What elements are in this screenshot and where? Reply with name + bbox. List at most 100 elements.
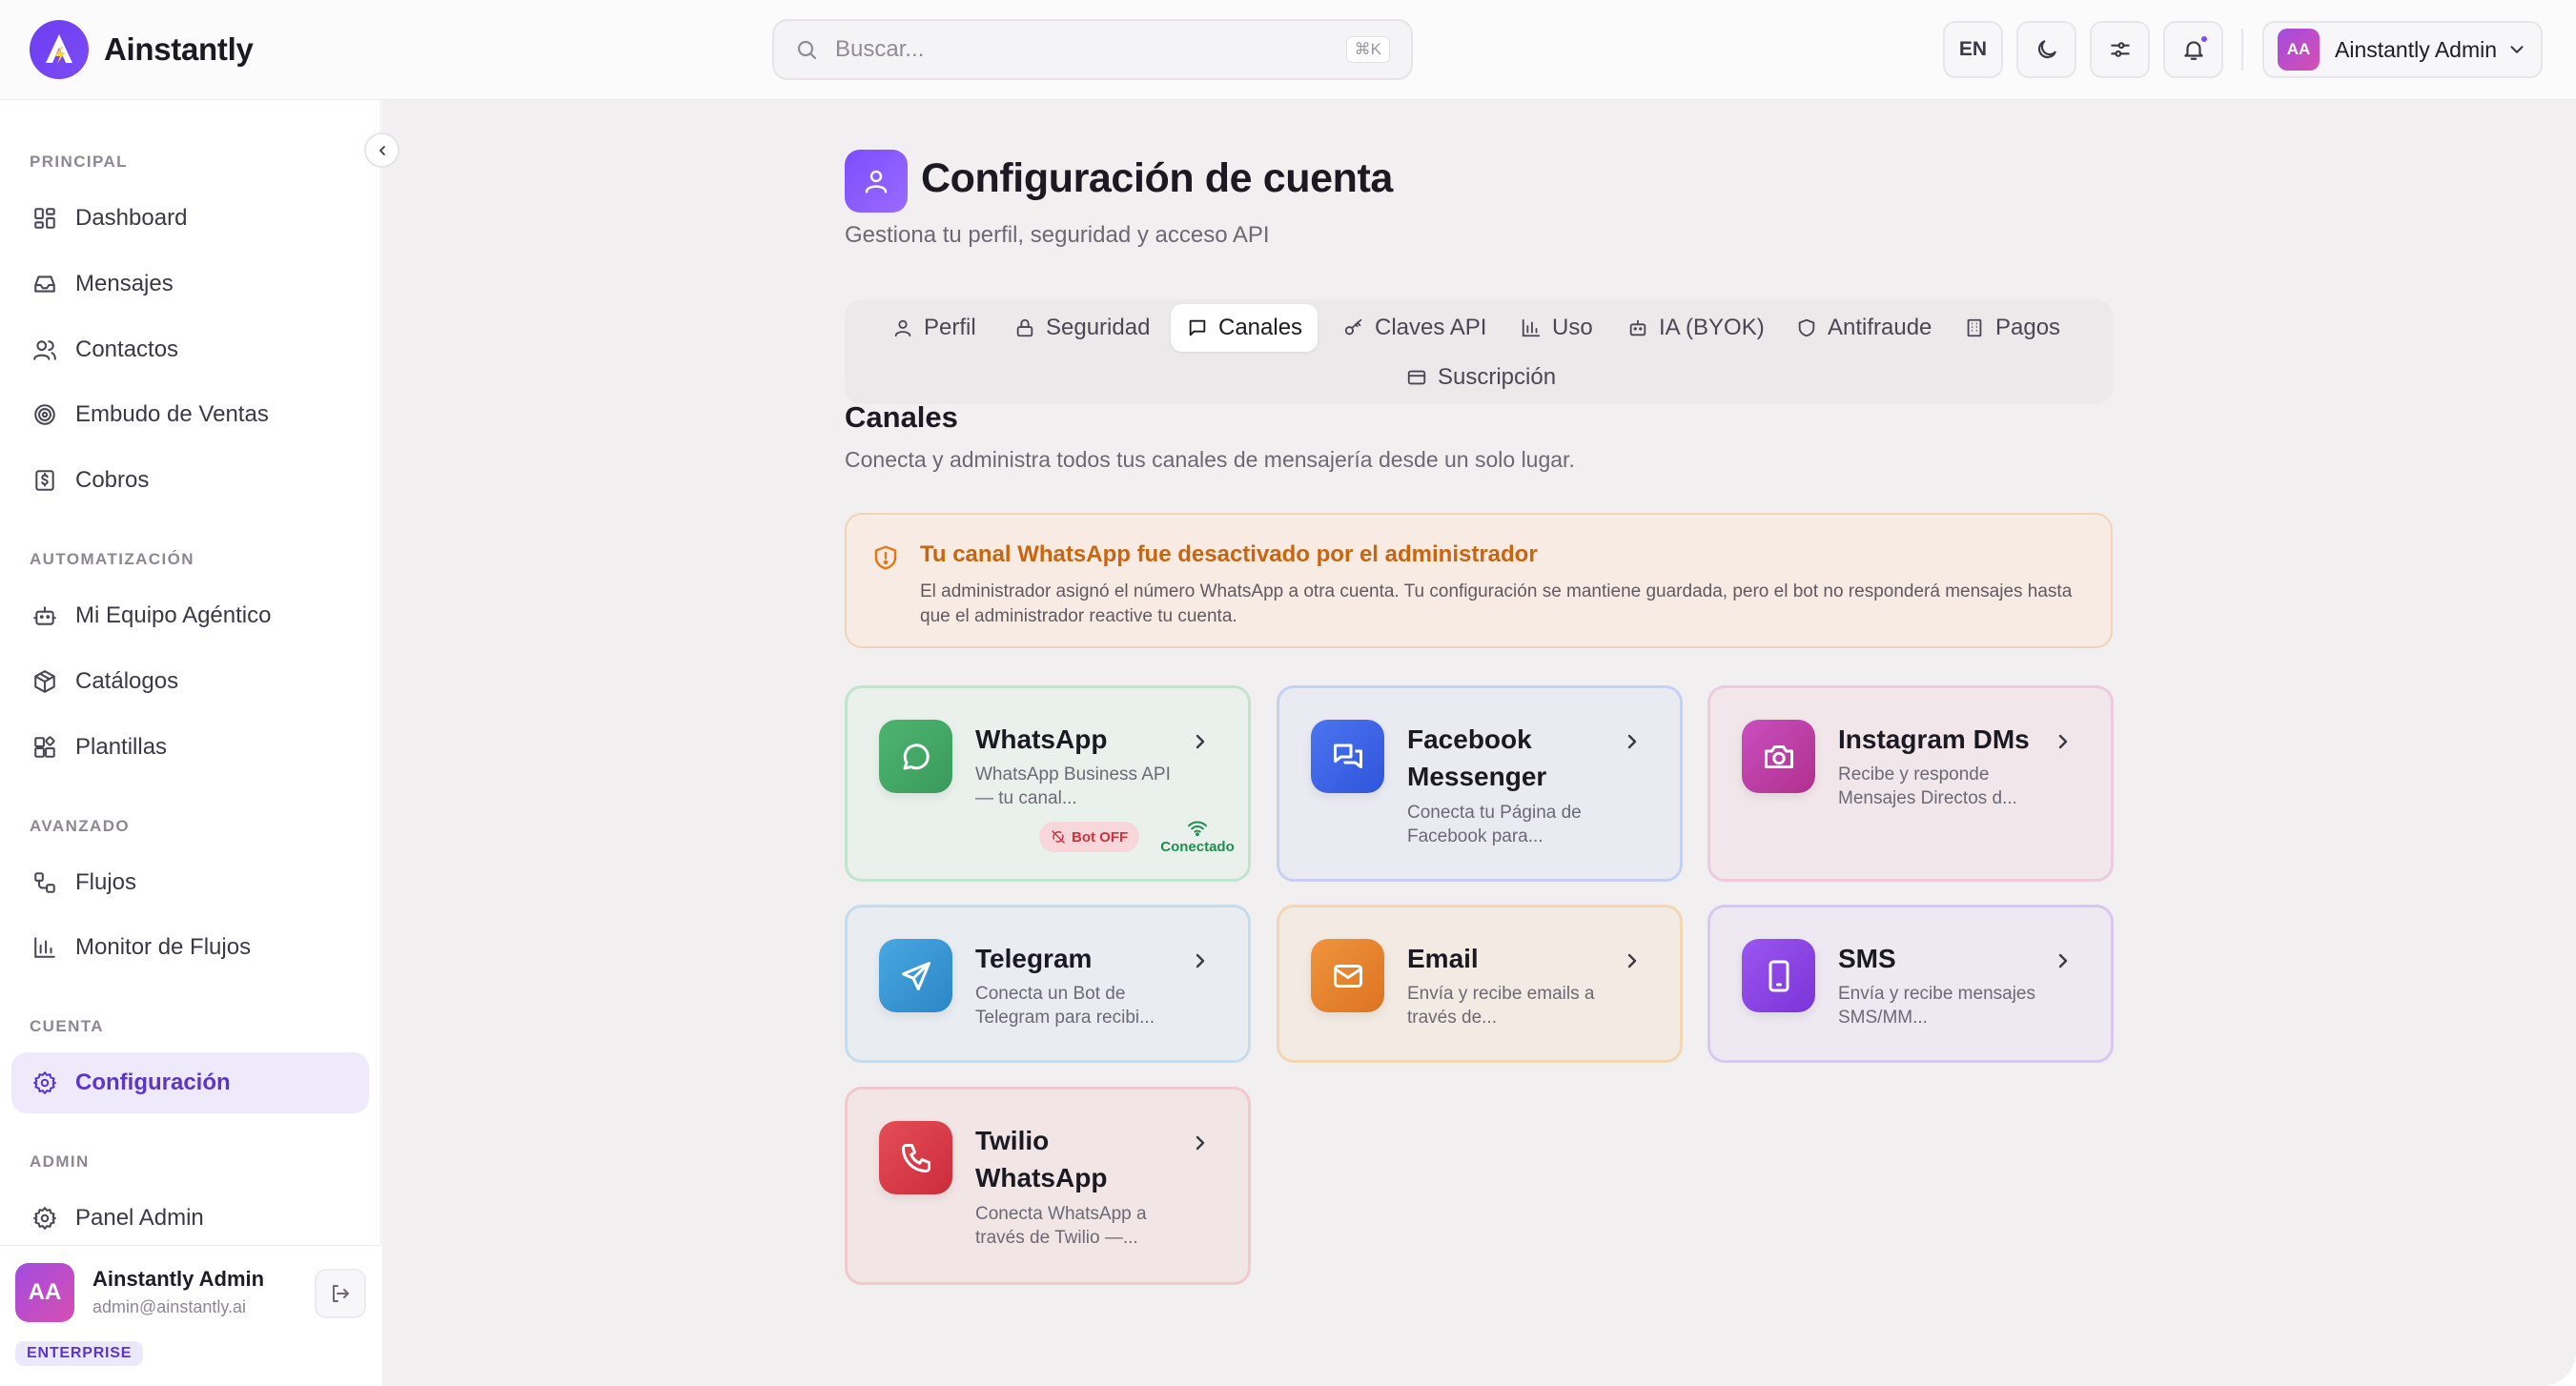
sidebar-item-contactos[interactable]: Contactos <box>11 319 369 380</box>
channel-name: Email <box>1407 944 1479 973</box>
tab-label: Pagos <box>1995 315 2061 340</box>
search-shortcut: ⌘K <box>1345 36 1390 63</box>
search-placeholder: Buscar... <box>835 36 925 62</box>
channel-description: Conecta WhatsApp a través de Twilio —... <box>975 1204 1147 1248</box>
page-subtitle: Gestiona tu perfil, seguridad y acceso A… <box>845 222 1270 248</box>
chevron-right-icon <box>2052 730 2075 753</box>
channel-card-sms[interactable]: SMS Envía y recibe mensajes SMS/MM... <box>1707 905 2114 1063</box>
wifi-icon <box>1155 820 1240 837</box>
tab-perfil[interactable]: Perfil <box>876 304 992 352</box>
avatar: AA <box>15 1263 74 1322</box>
chevron-right-icon <box>1189 949 1212 972</box>
section-label-cuenta: CUENTA <box>30 1017 104 1035</box>
bar-chart-icon <box>1520 316 1543 339</box>
tab-antifraude[interactable]: Antifraude <box>1780 304 1947 352</box>
tab-claves-api[interactable]: Claves API <box>1327 304 1502 352</box>
messenger-icon <box>1311 720 1384 793</box>
divider <box>2241 29 2243 71</box>
channel-name: SMS <box>1838 944 1896 973</box>
sidebar-item-catalogos[interactable]: Catálogos <box>11 651 369 712</box>
sidebar-item-label: Flujos <box>75 869 137 895</box>
sliders-icon <box>2108 37 2133 62</box>
channel-card-telegram[interactable]: Telegram Conecta un Bot de Telegram para… <box>845 905 1251 1063</box>
channel-name: WhatsApp <box>975 724 1108 754</box>
tab-label: Antifraude <box>1828 315 1932 340</box>
target-icon <box>31 400 59 429</box>
sidebar-item-cobros[interactable]: Cobros <box>11 450 369 511</box>
channel-description: Envía y recibe mensajes SMS/MM... <box>1838 984 2035 1028</box>
settings-tabs: Perfil Seguridad Canales Claves API Uso … <box>845 299 2113 404</box>
bot-icon <box>1626 316 1649 339</box>
sidebar-user-footer: AA Ainstantly Admin admin@ainstantly.ai … <box>0 1245 381 1386</box>
user-menu-button[interactable]: AA Ainstantly Admin <box>2262 21 2543 78</box>
app-name: Ainstantly <box>104 31 254 67</box>
bot-status-badge: Bot OFF <box>1039 822 1140 852</box>
section-label-avanzado: AVANZADO <box>30 817 131 835</box>
send-icon <box>879 939 952 1012</box>
sidebar-item-mensajes[interactable]: Mensajes <box>11 254 369 315</box>
app-logo[interactable]: Ainstantly <box>30 20 254 79</box>
section-title: Canales <box>845 400 958 434</box>
preferences-button[interactable] <box>2090 21 2150 78</box>
notifications-button[interactable] <box>2163 21 2223 78</box>
sidebar-item-label: Configuración <box>75 1070 231 1095</box>
avatar: AA <box>2278 29 2320 71</box>
sidebar-item-label: Embudo de Ventas <box>75 401 269 427</box>
logo-icon <box>30 20 89 79</box>
sidebar-item-equipo[interactable]: Mi Equipo Agéntico <box>11 585 369 646</box>
tab-pagos[interactable]: Pagos <box>1948 304 2075 352</box>
main-content: Configuración de cuenta Gestiona tu perf… <box>382 100 2576 1386</box>
theme-toggle-button[interactable] <box>2016 21 2076 78</box>
search-input[interactable]: Buscar... ⌘K <box>772 19 1413 80</box>
channel-card-whatsapp[interactable]: WhatsApp WhatsApp Business API — tu cana… <box>845 685 1251 882</box>
connection-status-label: Conectado <box>1160 839 1235 855</box>
channel-description: Conecta tu Página de Facebook para... <box>1407 803 1582 846</box>
channel-name: Twilio WhatsApp <box>975 1126 1108 1192</box>
tab-label: Seguridad <box>1046 315 1151 340</box>
tab-canales[interactable]: Canales <box>1171 304 1319 352</box>
channel-description: Envía y recibe emails a través de... <box>1407 984 1595 1028</box>
chevron-down-icon <box>2506 39 2527 60</box>
plan-badge: ENTERPRISE <box>15 1341 144 1366</box>
sidebar-item-label: Plantillas <box>75 734 168 760</box>
user-icon <box>891 316 914 339</box>
whatsapp-disabled-alert: Tu canal WhatsApp fue desactivado por el… <box>845 513 2113 648</box>
mail-icon <box>1311 939 1384 1012</box>
search-icon <box>795 38 818 61</box>
language-button[interactable]: EN <box>1943 21 2003 78</box>
tab-seguridad[interactable]: Seguridad <box>998 304 1165 352</box>
channel-card-twilio-whatsapp[interactable]: Twilio WhatsApp Conecta WhatsApp a travé… <box>845 1087 1251 1285</box>
sidebar-item-plantillas[interactable]: Plantillas <box>11 717 369 778</box>
settings-icon <box>31 1204 59 1233</box>
tab-label: Suscripción <box>1438 364 1557 390</box>
channel-card-email[interactable]: Email Envía y recibe emails a través de.… <box>1277 905 1683 1063</box>
section-label-automatizacion: AUTOMATIZACIÓN <box>30 550 194 568</box>
sidebar-item-embudo[interactable]: Embudo de Ventas <box>11 384 369 445</box>
sidebar-item-flujos[interactable]: Flujos <box>11 852 369 913</box>
sidebar-item-panel-admin[interactable]: Panel Admin <box>11 1188 369 1249</box>
tab-suscripcion[interactable]: Suscripción <box>1390 354 1571 401</box>
logout-button[interactable] <box>315 1269 366 1318</box>
bot-status-label: Bot OFF <box>1072 828 1129 846</box>
section-subtitle: Conecta y administra todos tus canales d… <box>845 447 1575 472</box>
template-icon <box>31 733 59 762</box>
dashboard-icon <box>31 204 59 233</box>
chevron-right-icon <box>1189 1131 1212 1154</box>
sidebar-item-monitor[interactable]: Monitor de Flujos <box>11 917 369 978</box>
sidebar-collapse-button[interactable] <box>364 132 399 168</box>
workflow-icon <box>31 868 59 897</box>
footer-user-name: Ainstantly Admin <box>92 1267 265 1291</box>
smartphone-icon <box>1742 939 1815 1012</box>
sidebar-item-configuracion[interactable]: Configuración <box>11 1052 369 1113</box>
tab-ia-byok[interactable]: IA (BYOK) <box>1611 304 1780 352</box>
channel-card-instagram[interactable]: Instagram DMs Recibe y responde Mensajes… <box>1707 685 2114 882</box>
sidebar-item-label: Cobros <box>75 467 150 493</box>
tab-uso[interactable]: Uso <box>1504 304 1608 352</box>
channel-card-facebook-messenger[interactable]: Facebook Messenger Conecta tu Página de … <box>1277 685 1683 882</box>
phone-icon <box>879 1121 952 1194</box>
channel-description: Conecta un Bot de Telegram para recibi..… <box>975 984 1155 1028</box>
sidebar-item-dashboard[interactable]: Dashboard <box>11 188 369 249</box>
chevron-left-icon <box>375 143 390 158</box>
page-title: Configuración de cuenta <box>921 155 1393 201</box>
alert-body: El administrador asignó el número WhatsA… <box>920 581 2073 626</box>
